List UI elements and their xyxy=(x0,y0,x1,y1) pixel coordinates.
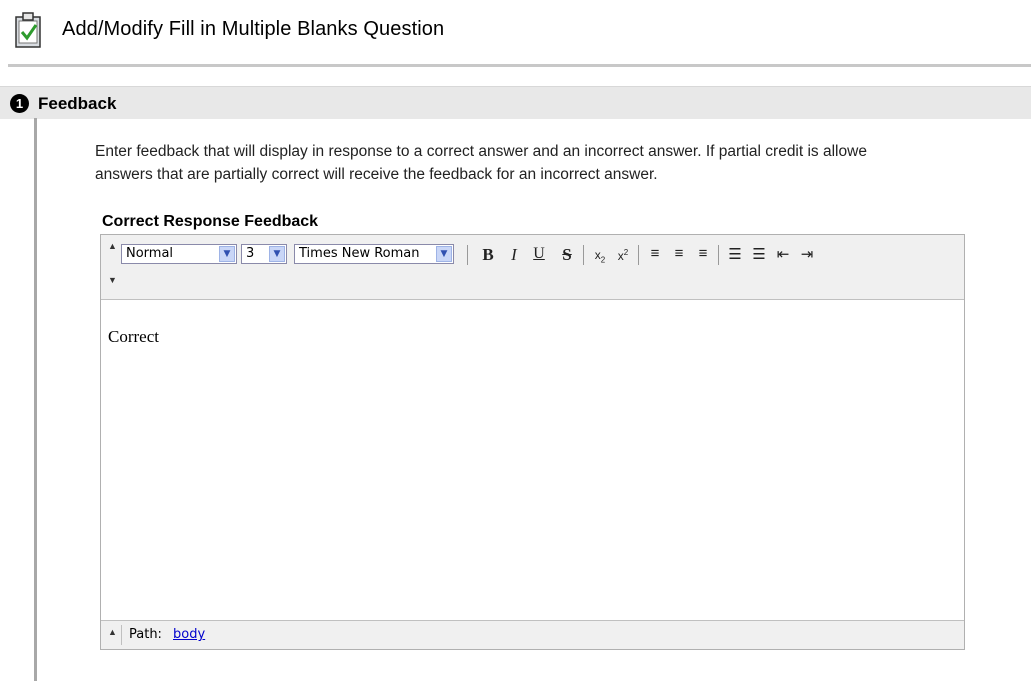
ordered-list-icon[interactable]: ☰ xyxy=(725,245,745,263)
strikethrough-icon[interactable]: S xyxy=(557,245,577,265)
section-header-bar xyxy=(0,86,1031,119)
size-select[interactable]: 3 ▼ xyxy=(241,244,287,264)
indent-icon[interactable]: ⇥ xyxy=(797,245,817,263)
toolbar-separator xyxy=(718,245,719,265)
statusbar-collapse-icon[interactable]: ▲ xyxy=(108,627,117,637)
instructions-line-2: answers that are partially correct will … xyxy=(95,166,658,183)
size-select-value: 3 xyxy=(246,246,255,261)
format-select-value: Normal xyxy=(126,246,174,261)
correct-feedback-label: Correct Response Feedback xyxy=(102,213,319,230)
toolbar-collapse-down-icon[interactable]: ▼ xyxy=(108,275,117,285)
chevron-down-icon: ▼ xyxy=(436,246,452,262)
editor-statusbar: ▲ Path: body xyxy=(101,620,964,649)
italic-icon[interactable]: I xyxy=(504,245,524,265)
path-label: Path: xyxy=(129,627,162,642)
editor-toolbar: ▲ ▼ Normal ▼ 3 ▼ Times New Roman ▼ B I U… xyxy=(101,235,964,300)
font-select-value: Times New Roman xyxy=(299,246,420,261)
format-select[interactable]: Normal ▼ xyxy=(121,244,237,264)
align-center-icon[interactable]: ≡ xyxy=(669,245,689,262)
toolbar-separator xyxy=(583,245,584,265)
section-left-rule xyxy=(34,118,37,681)
correct-feedback-editor[interactable]: ▲ ▼ Normal ▼ 3 ▼ Times New Roman ▼ B I U… xyxy=(100,234,965,650)
align-right-icon[interactable]: ≡ xyxy=(693,245,713,262)
clipboard-check-icon xyxy=(13,11,45,51)
instructions-line-1: Enter feedback that will display in resp… xyxy=(95,143,867,160)
title-divider xyxy=(8,64,1031,67)
chevron-down-icon: ▼ xyxy=(269,246,285,262)
font-select[interactable]: Times New Roman ▼ xyxy=(294,244,454,264)
editor-content[interactable]: Correct xyxy=(108,327,159,347)
instructions-text: Enter feedback that will display in resp… xyxy=(95,140,1031,186)
outdent-icon[interactable]: ⇤ xyxy=(773,245,793,263)
superscript-icon[interactable]: x2 xyxy=(613,248,633,263)
step-number-badge: 1 xyxy=(10,94,29,113)
chevron-down-icon: ▼ xyxy=(219,246,235,262)
section-title: Feedback xyxy=(38,94,117,113)
align-left-icon[interactable]: ≡ xyxy=(645,245,665,262)
path-body-link[interactable]: body xyxy=(173,627,205,642)
unordered-list-icon[interactable]: ☰ xyxy=(749,245,769,263)
underline-icon[interactable]: U xyxy=(529,245,549,263)
bold-icon[interactable]: B xyxy=(478,245,498,265)
toolbar-separator xyxy=(638,245,639,265)
subscript-icon[interactable]: x2 xyxy=(590,248,610,264)
page-title: Add/Modify Fill in Multiple Blanks Quest… xyxy=(62,18,445,40)
toolbar-collapse-up-icon[interactable]: ▲ xyxy=(108,241,117,251)
toolbar-separator xyxy=(467,245,468,265)
statusbar-separator xyxy=(121,625,122,645)
